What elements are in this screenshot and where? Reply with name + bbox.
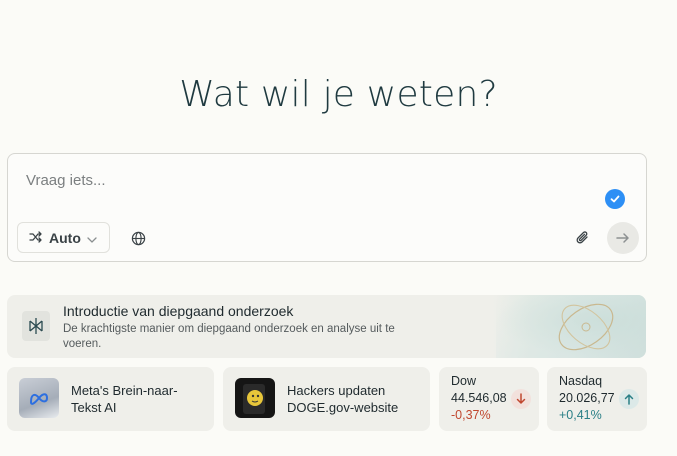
send-button[interactable] <box>607 222 639 254</box>
arrow-right-icon <box>616 233 629 243</box>
ask-box: Auto <box>7 153 647 262</box>
ask-input[interactable] <box>24 168 588 192</box>
news-thumbnail <box>235 378 275 418</box>
chevron-down-icon <box>87 230 97 246</box>
news-thumbnail <box>19 378 59 418</box>
stock-value: 20.026,77 <box>559 391 615 405</box>
news-title: Hackers updaten DOGE.gov-website <box>287 383 399 415</box>
paperclip-icon[interactable] <box>572 227 594 249</box>
deep-research-banner[interactable]: Introductie van diepgaand onderzoek De k… <box>7 295 646 358</box>
stock-value: 44.546,08 <box>451 391 507 405</box>
arrow-down-icon <box>511 389 531 409</box>
news-title: Meta's Brein-naar-Tekst AI <box>71 383 178 415</box>
stock-name: Nasdaq <box>559 374 603 388</box>
meta-logo-icon <box>29 393 49 405</box>
mode-select-button[interactable]: Auto <box>17 222 110 253</box>
stock-name: Dow <box>451 374 477 388</box>
stock-card-dow[interactable]: Dow 44.546,08 -0,37% <box>439 367 539 431</box>
research-icon <box>22 311 50 341</box>
news-card-doge[interactable]: Hackers updaten DOGE.gov-website <box>223 367 430 431</box>
promo-description: De krachtigste manier om diepgaand onder… <box>63 323 395 350</box>
promo-title: Introductie van diepgaand onderzoek <box>63 303 294 319</box>
doge-coin-icon <box>243 384 265 414</box>
check-icon[interactable] <box>605 189 625 209</box>
stock-change: +0,41% <box>559 408 602 422</box>
mode-label: Auto <box>49 229 81 246</box>
news-card-meta[interactable]: Meta's Brein-naar-Tekst AI <box>7 367 214 431</box>
stock-change: -0,37% <box>451 408 491 422</box>
stock-card-nasdaq[interactable]: Nasdaq 20.026,77 +0,41% <box>547 367 647 431</box>
globe-icon[interactable] <box>127 227 149 249</box>
arrow-up-icon <box>619 389 639 409</box>
page-title: Wat wil je weten? <box>179 74 498 115</box>
shuffle-icon <box>29 230 43 246</box>
promo-illustration <box>496 295 646 358</box>
